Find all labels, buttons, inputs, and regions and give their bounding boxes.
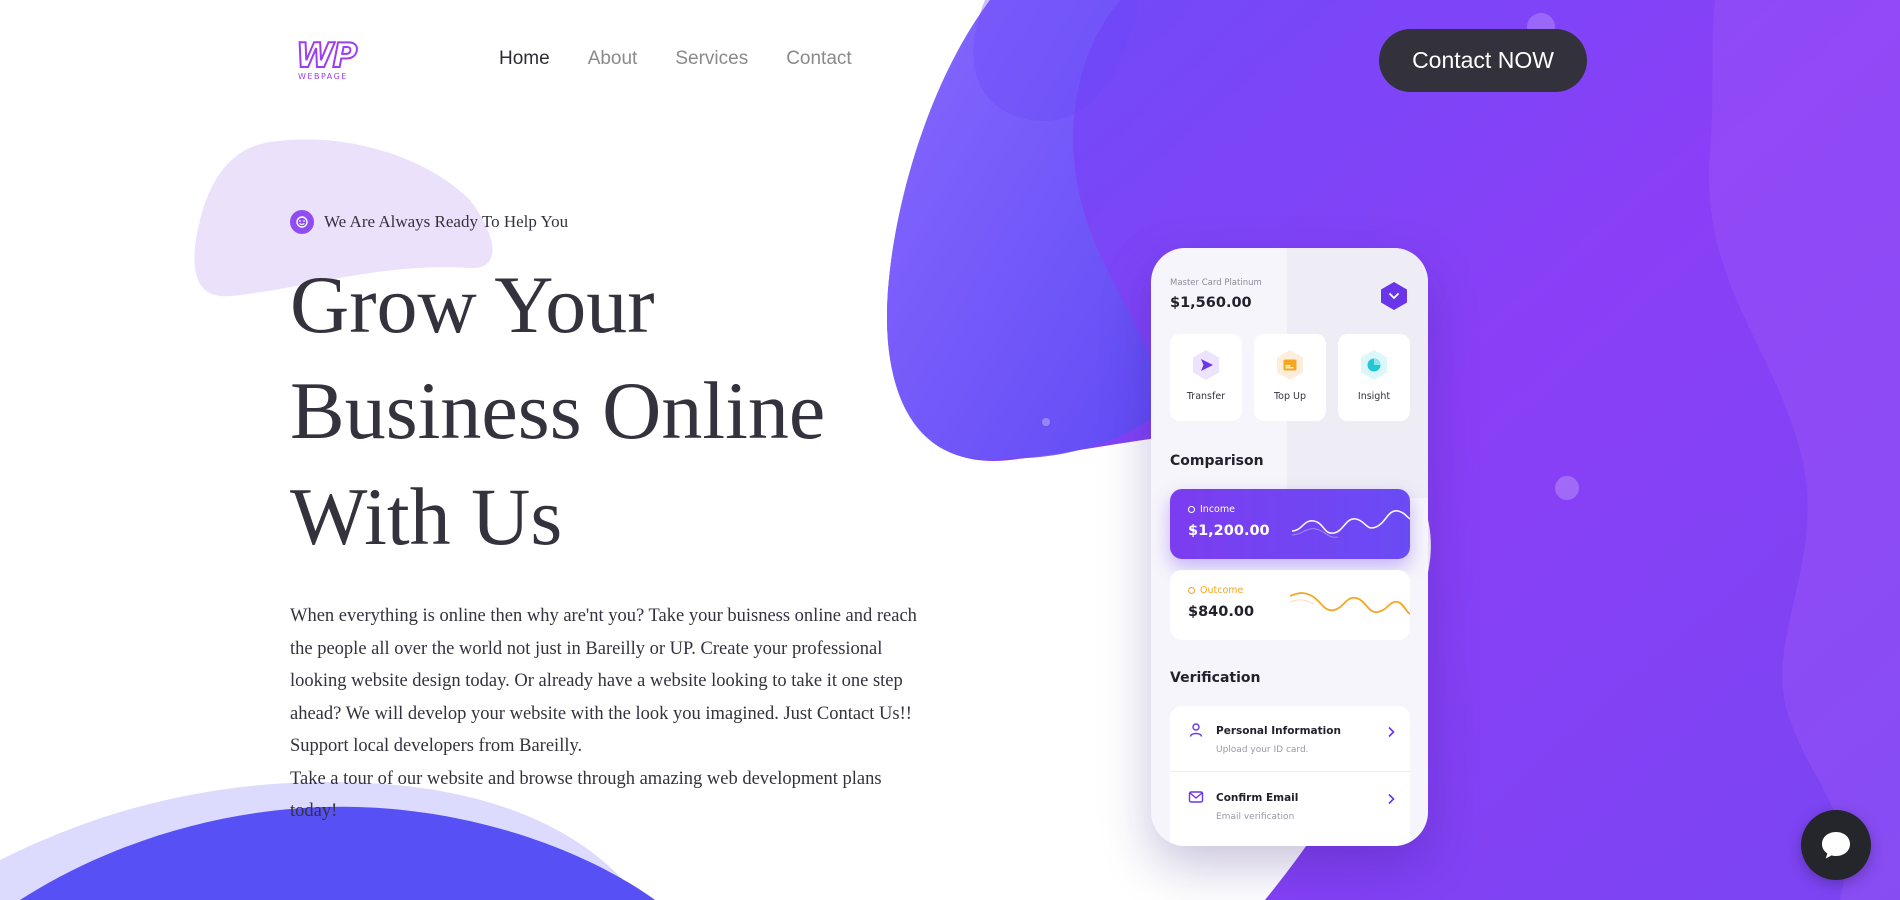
nav-contact[interactable]: Contact bbox=[786, 48, 851, 70]
chat-bubble-icon bbox=[1822, 832, 1850, 859]
verification-personal-info-subtitle: Upload your ID card. bbox=[1216, 745, 1309, 755]
income-wave-icon bbox=[1291, 510, 1410, 538]
action-top-up[interactable]: Top Up bbox=[1254, 334, 1326, 421]
background-decoration bbox=[0, 0, 1900, 900]
mail-icon bbox=[1188, 791, 1204, 803]
chevron-right-icon bbox=[1388, 793, 1395, 805]
support-icon bbox=[290, 210, 314, 234]
comparison-title: Comparison bbox=[1170, 453, 1264, 469]
outcome-card[interactable]: Outcome $840.00 bbox=[1170, 570, 1410, 640]
hero-title-line-3: With Us bbox=[290, 471, 563, 562]
action-insight[interactable]: Insight bbox=[1338, 334, 1410, 421]
verification-list: Personal Information Upload your ID card… bbox=[1170, 706, 1410, 846]
verification-confirm-email-title: Confirm Email bbox=[1216, 792, 1299, 804]
chevron-down-icon[interactable] bbox=[1380, 281, 1408, 311]
card-balance: $1,560.00 bbox=[1170, 295, 1252, 311]
hero-paragraph-1: When everything is online then why are'n… bbox=[290, 606, 917, 756]
verification-personal-info[interactable]: Personal Information Upload your ID card… bbox=[1170, 706, 1410, 772]
logo-subtitle: WEBPAGE bbox=[298, 72, 348, 81]
chevron-right-icon bbox=[1388, 726, 1395, 738]
hero-paragraph-2: Take a tour of our website and browse th… bbox=[290, 768, 882, 822]
action-top-up-label: Top Up bbox=[1273, 391, 1307, 402]
outcome-value: $840.00 bbox=[1188, 604, 1255, 620]
verification-confirm-email[interactable]: Confirm Email Email verification bbox=[1170, 773, 1410, 839]
main-nav: Home About Services Contact bbox=[499, 48, 852, 70]
hero-tagline: We Are Always Ready To Help You bbox=[290, 210, 568, 234]
action-transfer-label: Transfer bbox=[1186, 391, 1226, 402]
send-icon bbox=[1193, 350, 1219, 380]
verification-confirm-email-subtitle: Email verification bbox=[1216, 812, 1295, 822]
verification-title: Verification bbox=[1170, 670, 1261, 686]
outcome-dot-icon bbox=[1188, 587, 1195, 594]
user-icon bbox=[1189, 723, 1203, 737]
outcome-label-row: Outcome bbox=[1188, 585, 1243, 596]
hero-title: Grow Your Business Online With Us bbox=[290, 252, 930, 570]
nav-about[interactable]: About bbox=[588, 48, 638, 70]
action-insight-label: Insight bbox=[1357, 391, 1391, 402]
hero-description: When everything is online then why are'n… bbox=[290, 600, 930, 828]
chat-widget-button[interactable] bbox=[1801, 810, 1871, 880]
income-label: Income bbox=[1200, 504, 1235, 515]
nav-home[interactable]: Home bbox=[499, 48, 550, 70]
outcome-label: Outcome bbox=[1200, 585, 1244, 596]
nav-services[interactable]: Services bbox=[675, 48, 748, 70]
income-dot-icon bbox=[1188, 506, 1195, 513]
outcome-wave-icon bbox=[1290, 592, 1410, 615]
action-transfer[interactable]: Transfer bbox=[1170, 334, 1242, 421]
pie-chart-icon bbox=[1361, 350, 1387, 380]
card-name: Master Card Platinum bbox=[1170, 278, 1262, 288]
card-icon bbox=[1277, 350, 1303, 380]
verification-personal-info-title: Personal Information bbox=[1216, 725, 1341, 737]
income-label-row: Income bbox=[1188, 504, 1235, 515]
income-value: $1,200.00 bbox=[1188, 523, 1270, 539]
logo-wordmark: WP bbox=[295, 36, 358, 76]
logo[interactable]: WP WEBPAGE bbox=[295, 36, 378, 84]
phone-mockup: Master Card Platinum $1,560.00 Transfer … bbox=[1151, 248, 1428, 846]
contact-now-button[interactable]: Contact NOW bbox=[1379, 29, 1587, 92]
quick-actions: Transfer Top Up Insight bbox=[1170, 334, 1410, 421]
income-card[interactable]: Income $1,200.00 bbox=[1170, 489, 1410, 559]
tagline-text: We Are Always Ready To Help You bbox=[324, 212, 569, 231]
hero-title-line-2: Business Online bbox=[290, 365, 826, 456]
hero-title-line-1: Grow Your bbox=[290, 259, 655, 350]
